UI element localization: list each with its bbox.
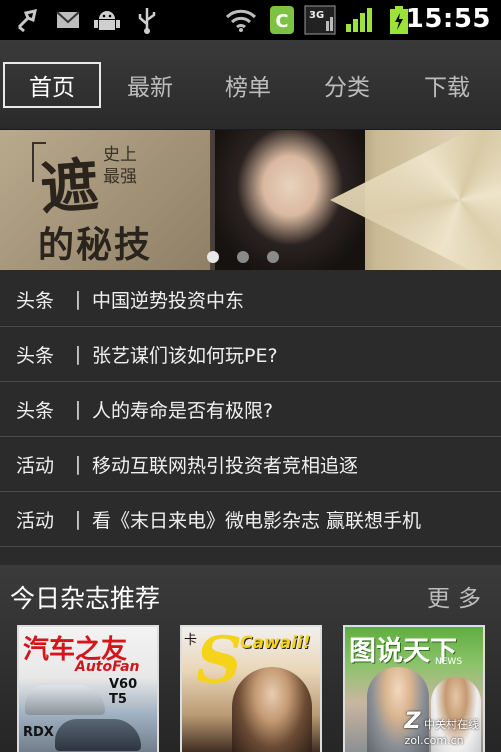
news-category: 头条 <box>16 289 55 312</box>
wifi-icon <box>224 6 258 34</box>
banner-headline-sub: 的秘技 <box>38 224 153 266</box>
news-separator: | <box>74 508 82 530</box>
news-item[interactable]: 头条 | 中国逆势投资中东 <box>0 272 501 327</box>
magazine-subtitle: AutoFan <box>75 659 140 675</box>
banner-headline-small: 史上最强 <box>103 145 137 187</box>
banner-headline-big: 遮 <box>38 151 101 223</box>
news-title: 中国逆势投资中东 <box>92 289 245 312</box>
news-category: 活动 <box>16 509 55 532</box>
news-category: 头条 <box>16 399 55 422</box>
more-link[interactable]: 更多 <box>427 579 489 613</box>
news-item[interactable]: 头条 | 张艺谋们该如何玩PE? <box>0 327 501 382</box>
news-item[interactable]: 活动 | 移动互联网热引投资者竞相追逐 <box>0 437 501 492</box>
magazine-model: V60 T5 <box>109 677 138 707</box>
tab-home[interactable]: 首页 <box>3 62 101 108</box>
app-c-letter: C <box>275 11 288 32</box>
tab-category[interactable]: 分类 <box>298 62 396 108</box>
signal-icon <box>344 6 374 34</box>
usb-icon <box>134 6 160 34</box>
network-3g-label: 3G <box>309 10 324 21</box>
news-title: 看《末日来电》微电影杂志 赢联想手机 <box>92 509 422 532</box>
news-list: 头条 | 中国逆势投资中东 头条 | 张艺谋们该如何玩PE? 头条 | 人的寿命… <box>0 272 501 547</box>
banner-dot-2[interactable] <box>237 251 249 263</box>
banner-dot-3[interactable] <box>267 251 279 263</box>
app-c-icon: C <box>268 6 296 34</box>
magazine-cover-autofan[interactable]: 汽车之友 AutoFan V60 T5 RDX <box>17 625 159 752</box>
news-title: 移动互联网热引投资者竞相追逐 <box>92 454 359 477</box>
watermark-name: 中关村在线 <box>424 718 479 731</box>
cover-model-photo <box>232 667 312 752</box>
tab-ranking[interactable]: 榜单 <box>199 62 297 108</box>
banner-dot-1[interactable] <box>207 251 219 263</box>
magazine-submodel: RDX <box>23 725 54 740</box>
tab-download[interactable]: 下载 <box>398 62 496 108</box>
tab-latest[interactable]: 最新 <box>101 62 199 108</box>
banner-pagination <box>207 251 279 263</box>
news-category: 活动 <box>16 454 55 477</box>
news-category: 头条 <box>16 344 55 367</box>
magazine-name: Cawaii! <box>240 633 311 653</box>
news-item[interactable]: 活动 | 看《末日来电》微电影杂志 赢联想手机 <box>0 492 501 547</box>
news-item[interactable]: 头条 | 人的寿命是否有极限? <box>0 382 501 437</box>
news-separator: | <box>74 453 82 475</box>
featured-banner[interactable]: 遮 史上最强 的秘技 <box>0 130 501 270</box>
usb-debug-icon <box>14 6 42 34</box>
status-bar: C 3G 15:55 <box>0 0 501 40</box>
magazine-letter: S <box>196 625 243 698</box>
news-title: 张艺谋们该如何玩PE? <box>92 344 278 367</box>
watermark: Z 中关村在线 zol.com.cn <box>404 709 479 747</box>
status-time: 15:55 <box>405 4 491 34</box>
section-title: 今日杂志推荐 <box>10 584 161 613</box>
news-separator: | <box>74 288 82 310</box>
android-icon <box>92 6 122 34</box>
car-image <box>55 719 141 751</box>
news-title: 人的寿命是否有极限? <box>92 399 274 422</box>
car-image <box>25 685 105 715</box>
tab-bar: 首页 最新 榜单 分类 下载 <box>0 40 501 130</box>
news-separator: | <box>74 343 82 365</box>
magazine-badge: NEWS <box>435 657 463 667</box>
watermark-url: zol.com.cn <box>404 734 464 747</box>
mail-icon <box>54 6 82 34</box>
magazine-cover-cawaii[interactable]: 卡 S Cawaii! <box>180 625 322 752</box>
magazine-recommendations: 今日杂志推荐 更多 汽车之友 AutoFan V60 T5 RDX 卡 S Ca… <box>0 565 501 752</box>
network-3g-icon: 3G <box>304 5 336 35</box>
magazine-cover-tushuo[interactable]: 图说天下 NEWS Z 中关村在线 zol.com.cn <box>343 625 485 752</box>
news-separator: | <box>74 398 82 420</box>
